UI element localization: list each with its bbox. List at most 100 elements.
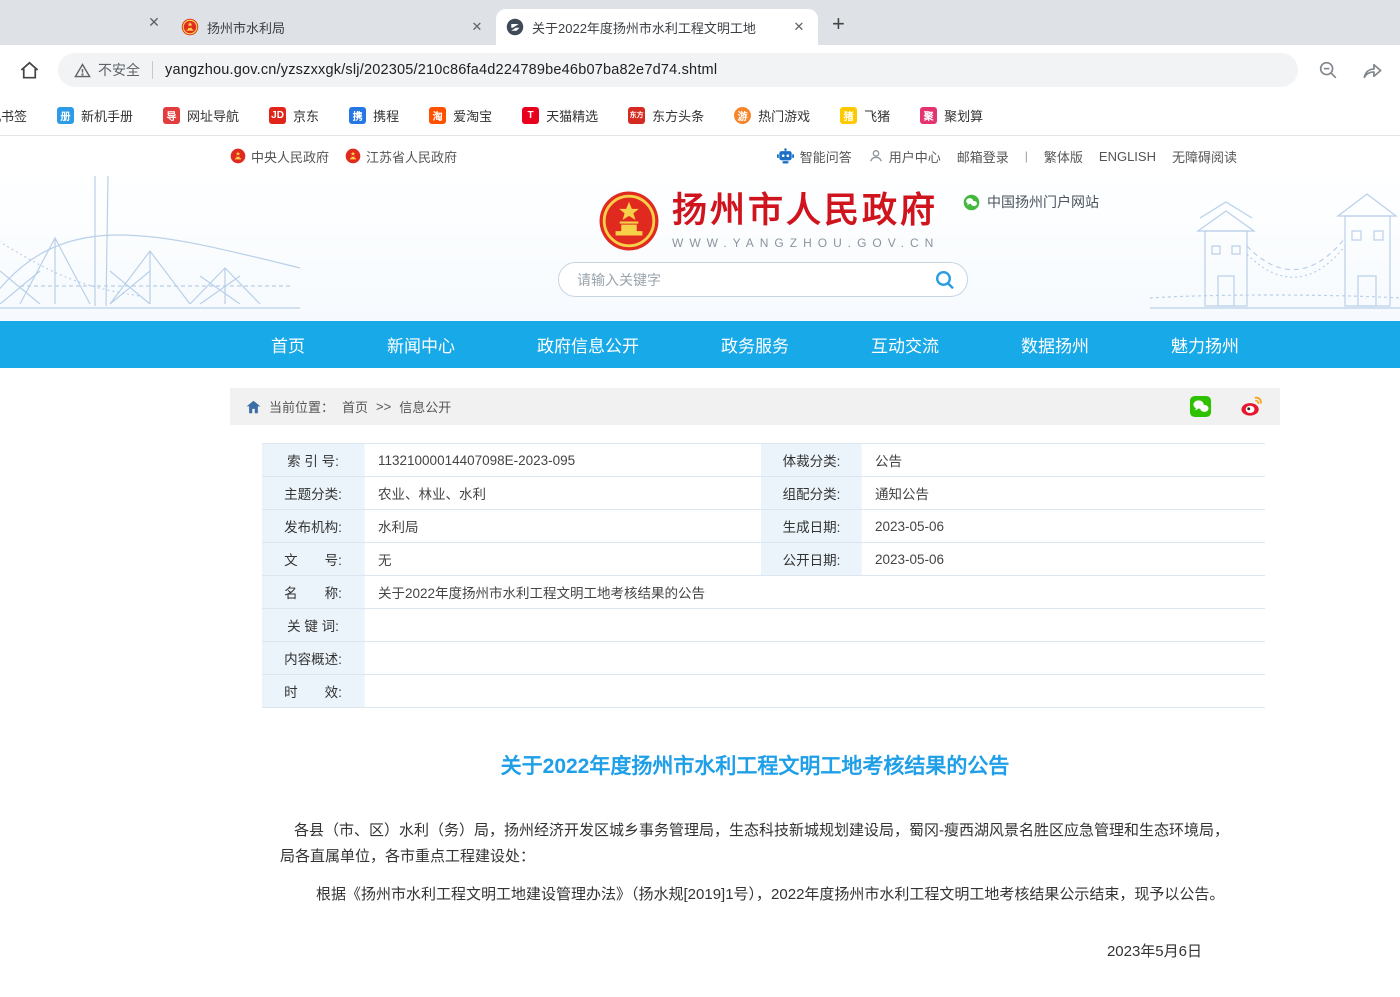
link-label: ENGLISH: [1099, 149, 1156, 164]
bookmark-label: 聚划算: [944, 106, 983, 125]
bookmark-label: 东方头条: [652, 106, 704, 125]
nav-item-data[interactable]: 数据扬州: [1021, 332, 1089, 357]
juhuasuan-icon: 聚: [920, 107, 937, 124]
url-text[interactable]: yangzhou.gov.cn/yzszxxgk/slj/202305/210c…: [165, 62, 717, 78]
bookmark-item[interactable]: 机书签: [0, 106, 27, 125]
security-label[interactable]: 不安全: [98, 60, 140, 80]
link-central-gov[interactable]: 中央人民政府: [230, 147, 329, 166]
bookmark-item[interactable]: 导 网址导航: [163, 106, 239, 125]
site-favicon: [506, 18, 524, 36]
taobao-icon: 淘: [429, 107, 446, 124]
page-viewport: 中央人民政府 江苏省人民政府 智能问答 用户中心 邮箱登录: [0, 136, 1400, 997]
weibo-share-icon[interactable]: [1240, 395, 1264, 418]
address-bar: 不安全 yangzhou.gov.cn/yzszxxgk/slj/202305/…: [0, 45, 1400, 95]
portal-label: 中国扬州门户网站: [987, 192, 1099, 212]
table-row: 发布机构: 水利局 生成日期: 2023-05-06: [262, 510, 1265, 543]
meta-value: 关于2022年度扬州市水利工程文明工地考核结果的公告: [365, 576, 1265, 608]
breadcrumb-home-link[interactable]: 首页: [342, 397, 368, 416]
bookmark-item[interactable]: 淘 爱淘宝: [429, 106, 492, 125]
bookmark-item[interactable]: 聚 聚划算: [920, 106, 983, 125]
traditional-version-link[interactable]: 繁体版: [1044, 147, 1083, 166]
tab-yangzhou-water-bureau[interactable]: 扬州市水利局 ✕: [171, 9, 496, 45]
meta-value: 11321000014407098E-2023-095: [365, 444, 762, 476]
bookmarks-bar: 机书签 册 新机手册 导 网址导航 JD 京东 携 携程 淘 爱淘宝 T 天猫精…: [0, 95, 1400, 136]
home-icon[interactable]: [14, 55, 44, 85]
nav-item-services[interactable]: 政务服务: [721, 332, 789, 357]
nav-item-interaction[interactable]: 互动交流: [871, 332, 939, 357]
document-meta-table: 索 引 号: 11321000014407098E-2023-095 体裁分类:…: [262, 443, 1265, 708]
meta-label: 内容概述:: [262, 642, 365, 674]
close-icon[interactable]: ✕: [468, 19, 486, 35]
search-icon[interactable]: [933, 268, 957, 292]
bridge-sketch-right: [1150, 176, 1400, 321]
meta-value: 水利局: [365, 510, 762, 542]
breadcrumb-section-link[interactable]: 信息公开: [399, 397, 451, 416]
bookmark-item[interactable]: T 天猫精选: [522, 106, 598, 125]
meta-value: 通知公告: [862, 477, 1265, 509]
zoom-out-icon[interactable]: [1314, 56, 1342, 84]
meta-value: 农业、林业、水利: [365, 477, 762, 509]
tab-bar: ✕ 扬州市水利局 ✕ 关于2022年度扬州市水利工程文明工地 ✕ +: [0, 0, 1400, 45]
tab-active-announcement[interactable]: 关于2022年度扬州市水利工程文明工地 ✕: [496, 9, 818, 45]
meta-label: 体裁分类:: [762, 444, 862, 476]
site-masthead: 扬州市人民政府 WWW.YANGZHOU.GOV.CN 中国扬州门户网站: [0, 176, 1400, 321]
table-row: 文 号: 无 公开日期: 2023-05-06: [262, 543, 1265, 576]
bookmark-label: 新机手册: [81, 106, 133, 125]
tab-title: 关于2022年度扬州市水利工程文明工地: [532, 18, 782, 37]
link-label: 邮箱登录: [957, 147, 1009, 166]
share-icon[interactable]: [1358, 56, 1386, 84]
nav-item-home[interactable]: 首页: [271, 332, 305, 357]
manual-icon: 册: [57, 107, 74, 124]
article: 关于2022年度扬州市水利工程文明工地考核结果的公告 各县（市、区）水利（务）局…: [230, 750, 1280, 997]
meta-label: 生成日期:: [762, 510, 862, 542]
games-icon: 游: [734, 107, 751, 124]
close-icon[interactable]: ✕: [790, 19, 808, 35]
bookmark-item[interactable]: 册 新机手册: [57, 106, 133, 125]
nav-item-charm[interactable]: 魅力扬州: [1171, 332, 1239, 357]
new-tab-button[interactable]: +: [832, 13, 845, 35]
meta-value: 2023-05-06: [862, 543, 1265, 575]
toutiao-icon: 东方: [628, 107, 645, 124]
meta-label: 组配分类:: [762, 477, 862, 509]
omnibox[interactable]: 不安全 yangzhou.gov.cn/yzszxxgk/slj/202305/…: [58, 53, 1298, 87]
article-title: 关于2022年度扬州市水利工程文明工地考核结果的公告: [280, 750, 1230, 780]
user-center-link[interactable]: 用户中心: [868, 147, 941, 166]
mail-login-link[interactable]: 邮箱登录: [957, 147, 1009, 166]
smart-qa-link[interactable]: 智能问答: [776, 147, 852, 166]
link-jiangsu-gov[interactable]: 江苏省人民政府: [345, 147, 457, 166]
site-logo[interactable]: 扬州市人民政府 WWW.YANGZHOU.GOV.CN: [598, 190, 939, 252]
bookmark-label: 机书签: [0, 106, 27, 125]
bookmark-item[interactable]: 游 热门游戏: [734, 106, 810, 125]
gov-links-strip: 中央人民政府 江苏省人民政府 智能问答 用户中心 邮箱登录: [0, 136, 1400, 176]
link-label: 用户中心: [889, 147, 941, 166]
link-label: 繁体版: [1044, 147, 1083, 166]
english-version-link[interactable]: ENGLISH: [1099, 149, 1156, 164]
bookmark-item[interactable]: 东方 东方头条: [628, 106, 704, 125]
close-icon[interactable]: ✕: [143, 11, 165, 33]
omnibox-divider: [152, 61, 153, 79]
accessibility-link[interactable]: 无障碍阅读: [1172, 147, 1237, 166]
table-row: 名 称: 关于2022年度扬州市水利工程文明工地考核结果的公告: [262, 576, 1265, 609]
bookmark-label: 飞猪: [864, 106, 890, 125]
warning-icon: [74, 62, 91, 79]
site-domain: WWW.YANGZHOU.GOV.CN: [672, 236, 939, 250]
national-emblem-icon: [598, 190, 660, 252]
meta-label: 公开日期:: [762, 543, 862, 575]
portal-tag[interactable]: 中国扬州门户网站: [963, 192, 1099, 212]
wechat-share-icon[interactable]: [1189, 395, 1212, 418]
tmall-icon: T: [522, 107, 539, 124]
bookmark-item[interactable]: 猪 飞猪: [840, 106, 890, 125]
bookmark-item[interactable]: JD 京东: [269, 106, 319, 125]
wechat-icon: [963, 194, 980, 211]
nav-item-info-disclosure[interactable]: 政府信息公开: [537, 332, 639, 357]
nav-item-news[interactable]: 新闻中心: [387, 332, 455, 357]
link-label: 江苏省人民政府: [366, 147, 457, 166]
bookmark-item[interactable]: 携 携程: [349, 106, 399, 125]
search-input[interactable]: [577, 272, 933, 288]
bookmark-label: 爱淘宝: [453, 106, 492, 125]
link-label: 无障碍阅读: [1172, 147, 1237, 166]
meta-value: [365, 642, 1265, 674]
content-area: 当前位置： 首页 >> 信息公开 索 引 号: 1132100001440: [230, 388, 1280, 997]
bookmark-label: 携程: [373, 106, 399, 125]
breadcrumb-prefix: 当前位置：: [269, 397, 334, 416]
